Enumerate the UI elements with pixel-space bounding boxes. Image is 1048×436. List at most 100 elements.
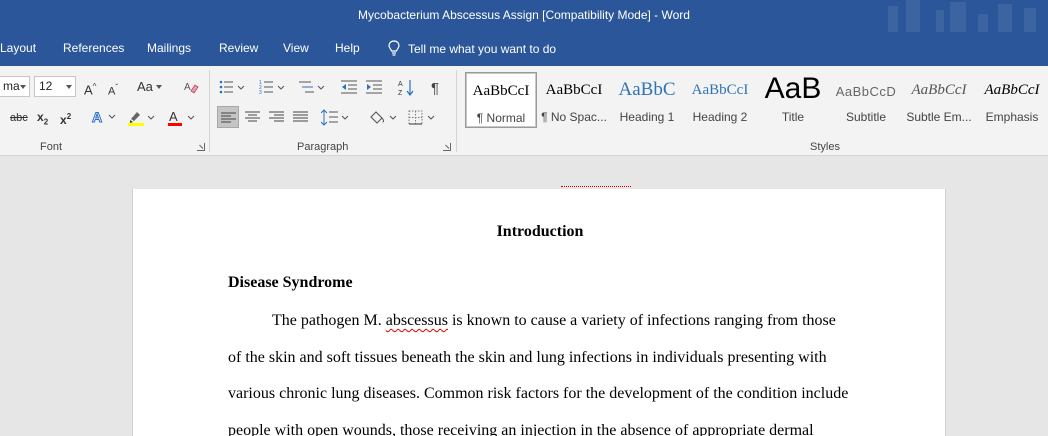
style-label: Title	[781, 110, 805, 124]
style-preview: AaBbCcI	[911, 82, 967, 98]
misspelled-word[interactable]: abscessus	[386, 312, 448, 329]
style-title[interactable]: AaB Title	[757, 72, 829, 128]
lightbulb-icon	[388, 40, 400, 56]
strikethrough-button[interactable]: abc	[10, 110, 28, 126]
show-formatting-button[interactable]: ¶	[425, 76, 447, 98]
shading-button[interactable]	[364, 106, 400, 128]
justify-button[interactable]	[290, 106, 312, 128]
paragraph-dialog-launcher[interactable]	[443, 143, 451, 151]
multilevel-list-button[interactable]	[296, 76, 330, 98]
tab-review[interactable]: Review	[219, 41, 258, 55]
eraser-icon: A	[184, 82, 199, 94]
document-page[interactable]: Introduction Disease Syndrome The pathog…	[132, 186, 946, 436]
paragraph-line: people with open wounds, those receiving…	[228, 422, 814, 436]
style-no-spacing[interactable]: AaBbCcI ¶ No Spac...	[538, 72, 610, 128]
grow-font-button[interactable]: A^	[84, 79, 96, 98]
svg-text:A: A	[169, 109, 178, 124]
increase-indent-button[interactable]	[363, 76, 385, 98]
align-right-button[interactable]	[266, 106, 288, 128]
ribbon-tabs: Layout References Mailings Review View H…	[0, 32, 1048, 66]
previous-page-fragment	[561, 181, 631, 187]
highlight-color-button[interactable]	[124, 106, 160, 128]
styles-gallery: AaBbCcI ¶ Normal AaBbCcI ¶ No Spac... Aa…	[465, 70, 1045, 132]
tab-layout[interactable]: Layout	[0, 41, 36, 55]
decrease-indent-icon	[341, 80, 357, 94]
font-dialog-launcher[interactable]	[197, 143, 205, 151]
style-preview: AaBbCcI	[984, 82, 1040, 98]
svg-text:A: A	[92, 109, 102, 125]
style-preview: AaBbCcI	[472, 83, 530, 99]
text-effects-icon: A	[92, 109, 116, 125]
text-run: various chronic lung diseases. Common ri…	[228, 385, 849, 402]
style-subtle-emphasis[interactable]: AaBbCcI Subtle Em...	[903, 72, 975, 128]
style-label: ¶ Normal	[476, 111, 526, 125]
multilevel-list-icon	[299, 81, 325, 93]
superscript-button[interactable]: x2	[60, 109, 71, 128]
font-group-label: Font	[40, 141, 63, 153]
svg-text:A: A	[398, 81, 403, 88]
style-subtitle[interactable]: AaBbCcD Subtitle	[830, 72, 902, 128]
style-label: Subtle Em...	[906, 110, 972, 124]
text-effects-button[interactable]: A	[88, 106, 120, 128]
tell-me-label: Tell me what you want to do	[408, 42, 557, 56]
font-color-icon: A	[168, 109, 195, 126]
subscript-label: x	[37, 110, 44, 124]
text-run: The pathogen M.	[272, 312, 386, 329]
style-heading-1[interactable]: AaBbC Heading 1	[611, 72, 683, 128]
change-case-button[interactable]: Aa	[137, 79, 162, 95]
style-label: Heading 2	[692, 110, 748, 124]
line-spacing-button[interactable]	[318, 106, 352, 128]
styles-group-label: Styles	[810, 141, 840, 153]
clear-formatting-button[interactable]: A	[180, 76, 202, 98]
sort-button[interactable]: A Z	[395, 76, 417, 98]
style-heading-2[interactable]: AaBbCcI Heading 2	[684, 72, 756, 128]
paragraph-line: The pathogen M. abscessus is known to ca…	[272, 312, 836, 330]
decrease-indent-button[interactable]	[338, 76, 360, 98]
superscript-label: x	[60, 113, 67, 127]
borders-button[interactable]	[405, 106, 441, 128]
style-label: Emphasis	[985, 110, 1039, 124]
style-preview: AaBbCcI	[691, 82, 749, 98]
numbered-list-icon: 1 2 3	[259, 80, 285, 95]
font-size-dropdown[interactable]: 12	[34, 76, 76, 97]
line-spacing-icon	[321, 109, 349, 126]
tab-view[interactable]: View	[283, 41, 309, 55]
font-name-dropdown[interactable]: ma	[0, 76, 30, 97]
style-normal[interactable]: AaBbCcI ¶ Normal	[465, 72, 537, 128]
style-label: Subtitle	[845, 110, 887, 124]
tab-mailings[interactable]: Mailings	[147, 41, 191, 55]
tell-me-search[interactable]: Tell me what you want to do	[388, 40, 556, 56]
sort-icon: A Z	[398, 80, 414, 97]
pilcrow-icon: ¶	[431, 80, 439, 95]
change-case-label: Aa	[137, 79, 153, 94]
style-label: Heading 1	[619, 110, 675, 124]
align-left-icon	[221, 112, 236, 123]
paragraph-line: various chronic lung diseases. Common ri…	[228, 385, 848, 403]
style-preview: AaBbCcI	[545, 82, 603, 98]
tab-help[interactable]: Help	[335, 41, 360, 55]
subscript-button[interactable]: x2	[37, 109, 48, 130]
shrink-font-button[interactable]: Aˇ	[108, 80, 118, 100]
document-heading: Introduction	[496, 223, 584, 240]
title-bar-decoration	[878, 0, 1048, 32]
font-color-button[interactable]: A	[164, 106, 200, 128]
paragraph-line: of the skin and soft tissues beneath the…	[228, 349, 827, 367]
tab-references[interactable]: References	[63, 41, 124, 55]
align-left-button[interactable]	[217, 106, 239, 128]
numbering-button[interactable]: 1 2 3	[256, 76, 290, 98]
style-label: ¶ No Spac...	[541, 110, 607, 124]
document-canvas[interactable]: Introduction Disease Syndrome The pathog…	[0, 157, 1048, 436]
align-right-icon	[269, 111, 284, 122]
bullet-list-icon	[219, 80, 245, 94]
text-run: of the skin and soft tissues beneath the…	[228, 349, 827, 366]
align-center-button[interactable]	[242, 106, 264, 128]
paragraph-group-label: Paragraph	[297, 141, 349, 153]
text-run: people with open wounds, those receiving…	[228, 422, 814, 436]
style-preview: AaBbC	[618, 79, 676, 100]
font-name-value: ma	[3, 79, 20, 93]
bullets-button[interactable]	[216, 76, 250, 98]
style-emphasis[interactable]: AaBbCcI Emphasis	[976, 72, 1048, 128]
increase-indent-icon	[366, 80, 382, 94]
svg-text:A: A	[184, 82, 191, 93]
style-preview: AaB	[764, 72, 822, 105]
